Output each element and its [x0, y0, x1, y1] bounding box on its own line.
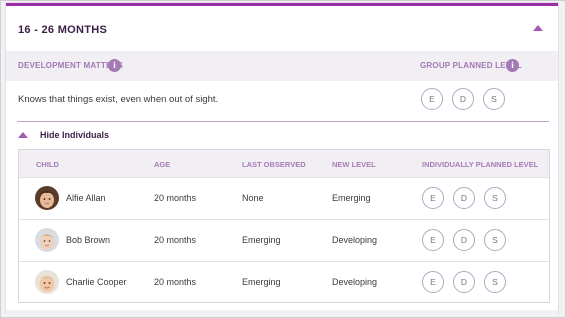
child-age: 20 months	[154, 235, 197, 245]
last-observed: Emerging	[242, 277, 281, 287]
group-level-secure-button[interactable]: S	[483, 88, 505, 110]
individual-level-emerging-button[interactable]: E	[422, 271, 444, 293]
milestone-card: 16 - 26 MONTHS DEVELOPMENT MATTERS i GRO…	[6, 3, 558, 313]
last-observed: Emerging	[242, 235, 281, 245]
child-avatar	[35, 186, 59, 210]
individual-level-developing-button[interactable]: D	[453, 229, 475, 251]
child-age: 20 months	[154, 193, 197, 203]
new-level: Developing	[332, 235, 378, 245]
individual-level-secure-button[interactable]: S	[484, 187, 506, 209]
column-header-age: AGE	[154, 160, 171, 169]
table-row: Alfie Allan 20 months None Emerging E D …	[19, 177, 549, 220]
development-statement: Knows that things exist, even when out o…	[18, 94, 219, 105]
section-header[interactable]: 16 - 26 MONTHS	[6, 6, 558, 51]
individuals-table: CHILD AGE LAST OBSERVED NEW LEVEL INDIVI…	[18, 149, 550, 303]
group-level-emerging-button[interactable]: E	[421, 88, 443, 110]
individual-level-developing-button[interactable]: D	[453, 271, 475, 293]
column-header-child: CHILD	[36, 160, 59, 169]
group-planned-level-info-icon[interactable]: i	[506, 59, 519, 72]
table-row: Bob Brown 20 months Emerging Developing …	[19, 219, 549, 262]
column-header-last-observed: LAST OBSERVED	[242, 160, 306, 169]
last-observed: None	[242, 193, 264, 203]
section-title: 16 - 26 MONTHS	[18, 24, 108, 36]
table-row: Charlie Cooper 20 months Emerging Develo…	[19, 261, 549, 304]
individual-level-secure-button[interactable]: S	[484, 229, 506, 251]
child-name[interactable]: Bob Brown	[66, 235, 110, 245]
card-footer-edge	[6, 310, 558, 316]
development-matters-bar: DEVELOPMENT MATTERS i GROUP PLANNED LEVE…	[6, 51, 558, 81]
individual-level-emerging-button[interactable]: E	[422, 229, 444, 251]
individual-level-developing-button[interactable]: D	[453, 187, 475, 209]
child-avatar	[35, 228, 59, 252]
child-avatar	[35, 270, 59, 294]
individual-level-emerging-button[interactable]: E	[422, 187, 444, 209]
individual-level-secure-button[interactable]: S	[484, 271, 506, 293]
hide-individuals-label: Hide Individuals	[40, 130, 110, 140]
child-age: 20 months	[154, 277, 197, 287]
table-header: CHILD AGE LAST OBSERVED NEW LEVEL INDIVI…	[19, 150, 549, 177]
divider	[17, 121, 549, 122]
new-level: Emerging	[332, 193, 371, 203]
chevron-up-icon	[18, 132, 28, 138]
column-header-new-level: NEW LEVEL	[332, 160, 376, 169]
new-level: Developing	[332, 277, 378, 287]
child-name[interactable]: Alfie Allan	[66, 193, 106, 203]
development-matters-info-icon[interactable]: i	[108, 59, 121, 72]
group-level-developing-button[interactable]: D	[452, 88, 474, 110]
column-header-individually-planned-level: INDIVIDUALLY PLANNED LEVEL	[422, 160, 539, 169]
child-name[interactable]: Charlie Cooper	[66, 277, 127, 287]
collapse-section-icon[interactable]	[533, 25, 543, 31]
hide-individuals-toggle[interactable]: Hide Individuals	[6, 126, 558, 148]
